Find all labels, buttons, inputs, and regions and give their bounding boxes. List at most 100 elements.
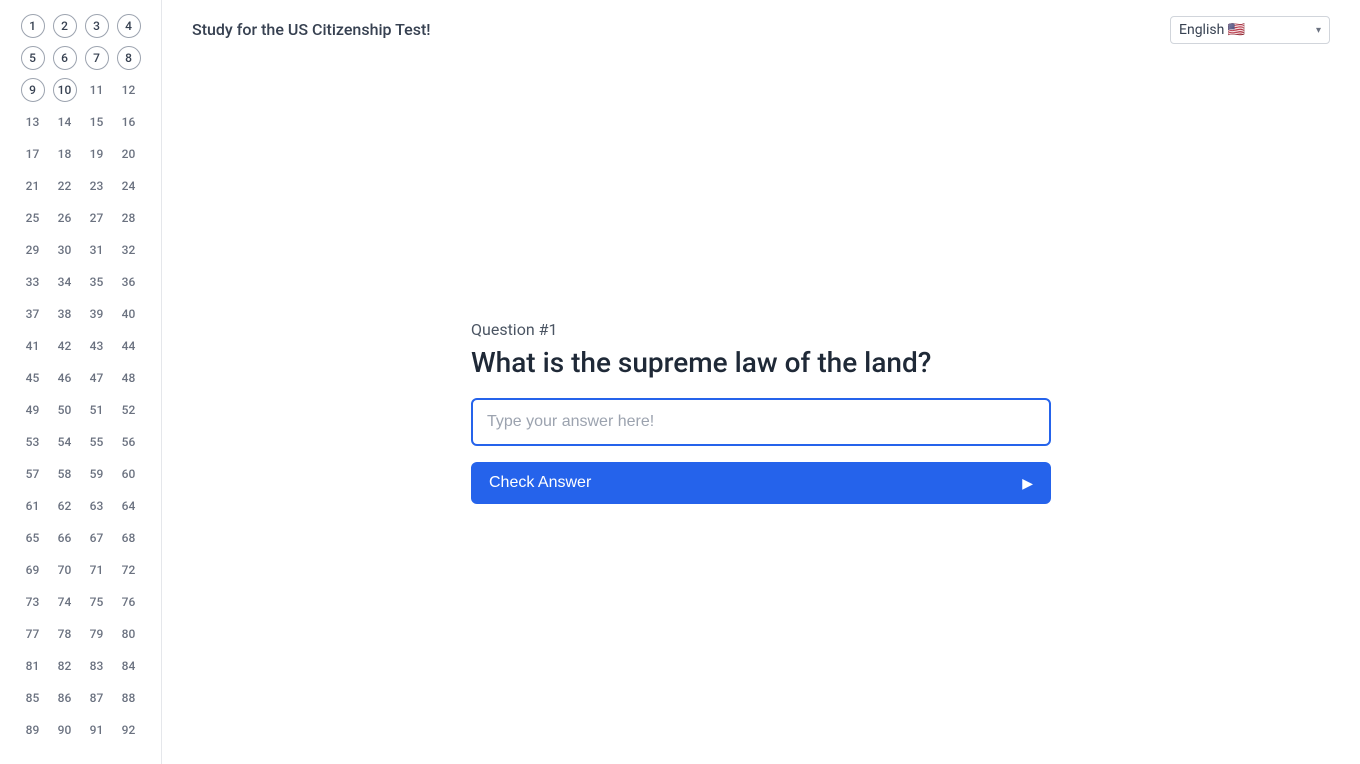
question-number-17[interactable]: 17 xyxy=(21,142,45,166)
question-number-69[interactable]: 69 xyxy=(21,558,45,582)
question-number-51[interactable]: 51 xyxy=(85,398,109,422)
question-number-26[interactable]: 26 xyxy=(53,206,77,230)
question-number-9[interactable]: 9 xyxy=(21,78,45,102)
question-number-31[interactable]: 31 xyxy=(85,238,109,262)
question-number-57[interactable]: 57 xyxy=(21,462,45,486)
question-number-41[interactable]: 41 xyxy=(21,334,45,358)
question-number-74[interactable]: 74 xyxy=(53,590,77,614)
question-number-20[interactable]: 20 xyxy=(117,142,141,166)
question-number-44[interactable]: 44 xyxy=(117,334,141,358)
question-number-53[interactable]: 53 xyxy=(21,430,45,454)
question-number-22[interactable]: 22 xyxy=(53,174,77,198)
question-number-33[interactable]: 33 xyxy=(21,270,45,294)
question-number-13[interactable]: 13 xyxy=(21,110,45,134)
question-number-56[interactable]: 56 xyxy=(117,430,141,454)
question-number-1[interactable]: 1 xyxy=(21,14,45,38)
check-answer-label: Check Answer xyxy=(489,474,591,492)
question-number-66[interactable]: 66 xyxy=(53,526,77,550)
question-number-5[interactable]: 5 xyxy=(21,46,45,70)
question-number-59[interactable]: 59 xyxy=(85,462,109,486)
question-number-42[interactable]: 42 xyxy=(53,334,77,358)
question-number-16[interactable]: 16 xyxy=(117,110,141,134)
question-number-70[interactable]: 70 xyxy=(53,558,77,582)
question-number-14[interactable]: 14 xyxy=(53,110,77,134)
question-number-90[interactable]: 90 xyxy=(53,718,77,742)
question-number-82[interactable]: 82 xyxy=(53,654,77,678)
question-number-84[interactable]: 84 xyxy=(117,654,141,678)
question-number-86[interactable]: 86 xyxy=(53,686,77,710)
question-number-54[interactable]: 54 xyxy=(53,430,77,454)
question-number-77[interactable]: 77 xyxy=(21,622,45,646)
question-number-39[interactable]: 39 xyxy=(85,302,109,326)
question-number-46[interactable]: 46 xyxy=(53,366,77,390)
question-number-8[interactable]: 8 xyxy=(117,46,141,70)
question-number-61[interactable]: 61 xyxy=(21,494,45,518)
question-number-40[interactable]: 40 xyxy=(117,302,141,326)
question-number-38[interactable]: 38 xyxy=(53,302,77,326)
question-number-10[interactable]: 10 xyxy=(53,78,77,102)
question-number-11[interactable]: 11 xyxy=(85,78,109,102)
question-number-43[interactable]: 43 xyxy=(85,334,109,358)
question-number-63[interactable]: 63 xyxy=(85,494,109,518)
question-number-27[interactable]: 27 xyxy=(85,206,109,230)
question-number-grid: 1234567891011121314151617181920212223242… xyxy=(10,14,151,742)
question-number-24[interactable]: 24 xyxy=(117,174,141,198)
question-number-49[interactable]: 49 xyxy=(21,398,45,422)
question-number-12[interactable]: 12 xyxy=(117,78,141,102)
question-number-34[interactable]: 34 xyxy=(53,270,77,294)
question-number-80[interactable]: 80 xyxy=(117,622,141,646)
language-select[interactable]: English 🇺🇸 ▾ xyxy=(1170,16,1330,44)
question-number-65[interactable]: 65 xyxy=(21,526,45,550)
question-number-91[interactable]: 91 xyxy=(85,718,109,742)
question-number-29[interactable]: 29 xyxy=(21,238,45,262)
question-number-79[interactable]: 79 xyxy=(85,622,109,646)
question-number-25[interactable]: 25 xyxy=(21,206,45,230)
question-number-52[interactable]: 52 xyxy=(117,398,141,422)
question-number-81[interactable]: 81 xyxy=(21,654,45,678)
question-number-28[interactable]: 28 xyxy=(117,206,141,230)
question-number-83[interactable]: 83 xyxy=(85,654,109,678)
question-number-48[interactable]: 48 xyxy=(117,366,141,390)
question-number-18[interactable]: 18 xyxy=(53,142,77,166)
question-number-68[interactable]: 68 xyxy=(117,526,141,550)
question-number-21[interactable]: 21 xyxy=(21,174,45,198)
question-number-45[interactable]: 45 xyxy=(21,366,45,390)
page-title: Study for the US Citizenship Test! xyxy=(192,20,1330,39)
question-number-92[interactable]: 92 xyxy=(117,718,141,742)
question-number-4[interactable]: 4 xyxy=(117,14,141,38)
question-number-37[interactable]: 37 xyxy=(21,302,45,326)
question-number-35[interactable]: 35 xyxy=(85,270,109,294)
question-number-7[interactable]: 7 xyxy=(85,46,109,70)
check-answer-button[interactable]: Check Answer ▶ xyxy=(471,462,1051,504)
question-number-71[interactable]: 71 xyxy=(85,558,109,582)
question-number-50[interactable]: 50 xyxy=(53,398,77,422)
question-number-88[interactable]: 88 xyxy=(117,686,141,710)
question-number-19[interactable]: 19 xyxy=(85,142,109,166)
question-number-76[interactable]: 76 xyxy=(117,590,141,614)
question-number-87[interactable]: 87 xyxy=(85,686,109,710)
question-number-3[interactable]: 3 xyxy=(85,14,109,38)
question-number-32[interactable]: 32 xyxy=(117,238,141,262)
question-number-58[interactable]: 58 xyxy=(53,462,77,486)
question-number-64[interactable]: 64 xyxy=(117,494,141,518)
question-number-2[interactable]: 2 xyxy=(53,14,77,38)
question-number-15[interactable]: 15 xyxy=(85,110,109,134)
question-number-sidebar: 1234567891011121314151617181920212223242… xyxy=(0,0,162,764)
question-number-72[interactable]: 72 xyxy=(117,558,141,582)
question-number-23[interactable]: 23 xyxy=(85,174,109,198)
question-number-73[interactable]: 73 xyxy=(21,590,45,614)
question-number-85[interactable]: 85 xyxy=(21,686,45,710)
question-number-47[interactable]: 47 xyxy=(85,366,109,390)
question-number-78[interactable]: 78 xyxy=(53,622,77,646)
question-number-36[interactable]: 36 xyxy=(117,270,141,294)
question-number-label: Question #1 xyxy=(471,320,1051,339)
question-number-75[interactable]: 75 xyxy=(85,590,109,614)
question-number-67[interactable]: 67 xyxy=(85,526,109,550)
question-number-60[interactable]: 60 xyxy=(117,462,141,486)
answer-input[interactable] xyxy=(471,398,1051,446)
question-number-89[interactable]: 89 xyxy=(21,718,45,742)
question-number-6[interactable]: 6 xyxy=(53,46,77,70)
question-number-62[interactable]: 62 xyxy=(53,494,77,518)
question-number-55[interactable]: 55 xyxy=(85,430,109,454)
question-number-30[interactable]: 30 xyxy=(53,238,77,262)
